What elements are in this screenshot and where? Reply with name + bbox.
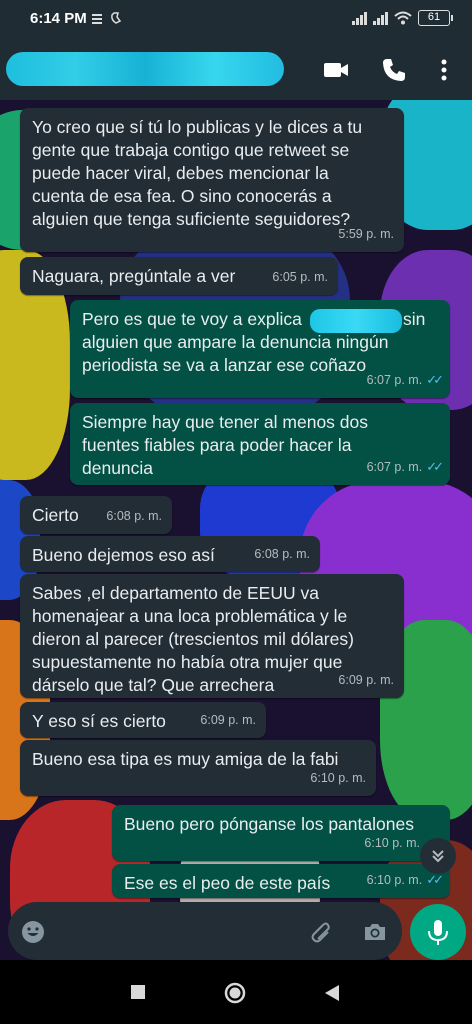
cell-signal-2-icon (373, 11, 388, 25)
incoming-message[interactable]: Y eso sí es cierto 6:09 p. m. (20, 702, 266, 738)
message-status: 6:07 p. m. ✓✓ (366, 368, 444, 392)
incoming-message[interactable]: Sabes ,el departamento de EEUU va homena… (20, 574, 404, 698)
contact-name-redacted[interactable] (6, 52, 284, 86)
read-receipt-icon: ✓✓ (426, 459, 444, 474)
emoji-icon[interactable] (20, 919, 46, 945)
message-time: 6:10 p. m. (310, 771, 366, 785)
wifi-icon (394, 11, 412, 25)
back-icon[interactable] (324, 984, 340, 1002)
chat-header (0, 38, 472, 100)
message-text: dieron al parecer (trescientos mil dólar… (32, 629, 354, 649)
message-time: 6:05 p. m. (272, 270, 328, 284)
message-text: fuentes fiables para poder hacer la (82, 435, 352, 455)
cell-signal-icon (352, 11, 367, 25)
message-text: sin (403, 309, 426, 329)
message-composer (8, 902, 402, 960)
microphone-icon (428, 920, 448, 945)
double-chevron-down-icon (432, 850, 444, 863)
message-time: 6:07 p. m. (366, 460, 423, 474)
message-time: 6:08 p. m. (106, 509, 162, 523)
incoming-message[interactable]: Naguara, pregúntale a ver 6:05 p. m. (20, 257, 338, 295)
outgoing-message[interactable]: Ese es el peo de este país 6:10 p. m. ✓✓ (112, 864, 450, 898)
message-time: 6:09 p. m. (338, 673, 394, 687)
outgoing-message[interactable]: Bueno pero pónganse los pantalones 6:10 … (112, 805, 450, 861)
status-bar: 6:14 PM 61 (0, 0, 472, 38)
message-time: 6:08 p. m. (254, 547, 310, 561)
attach-icon[interactable] (306, 919, 332, 945)
message-text: gente que trabaja contigo que retweet se (32, 140, 350, 160)
home-icon[interactable] (224, 982, 246, 1004)
outgoing-message[interactable]: Pero es que te voy a explica alguien que… (70, 300, 450, 398)
message-time: 6:07 p. m. (366, 373, 423, 387)
message-time: 6:09 p. m. (200, 713, 256, 727)
incoming-message[interactable]: Bueno dejemos eso así 6:08 p. m. (20, 536, 320, 572)
system-nav-bar (0, 960, 472, 1024)
scroll-to-bottom-button[interactable] (420, 838, 456, 874)
battery-icon: 61 (418, 10, 453, 26)
message-time: 6:10 p. m. (366, 873, 423, 887)
message-text: cuenta de esa fea. O sino conocerás a (32, 186, 332, 206)
message-text: alguien que ampare la denuncia ningún (82, 332, 389, 352)
read-receipt-icon: ✓✓ (426, 872, 444, 887)
incoming-message[interactable]: Bueno esa tipa es muy amiga de la fabi 6… (20, 740, 376, 796)
status-time: 6:14 PM (30, 10, 87, 27)
message-time: 6:10 p. m. (364, 836, 420, 850)
incoming-message[interactable]: Yo creo que sí tú lo publicas y le dices… (20, 108, 404, 252)
message-text: homenajear a una loca problemática y le (32, 606, 348, 626)
message-time: 5:59 p. m. (338, 227, 394, 241)
outgoing-message[interactable]: Siempre hay que tener al menos dos fuent… (70, 403, 450, 485)
video-call-icon[interactable] (322, 56, 350, 84)
voice-call-icon[interactable] (380, 56, 408, 84)
notification-icon (92, 12, 122, 24)
incoming-message[interactable]: Cierto 6:08 p. m. (20, 496, 172, 534)
recent-apps-icon[interactable] (130, 984, 146, 1000)
voice-message-button[interactable] (410, 904, 466, 960)
notification-icons (92, 11, 132, 28)
message-status: 6:07 p. m. ✓✓ (366, 455, 444, 479)
redaction-mark (310, 309, 402, 333)
camera-icon[interactable] (362, 919, 388, 945)
message-text: Siempre hay que tener al menos dos (82, 412, 368, 432)
read-receipt-icon: ✓✓ (426, 372, 444, 387)
message-text: Yo creo que sí tú lo publicas y le dices… (32, 117, 363, 137)
more-options-icon[interactable] (430, 56, 458, 84)
message-text: Sabes ,el departamento de EEUU va (32, 583, 319, 603)
message-text: puede hacer viral, debes mencionar la (32, 163, 329, 183)
